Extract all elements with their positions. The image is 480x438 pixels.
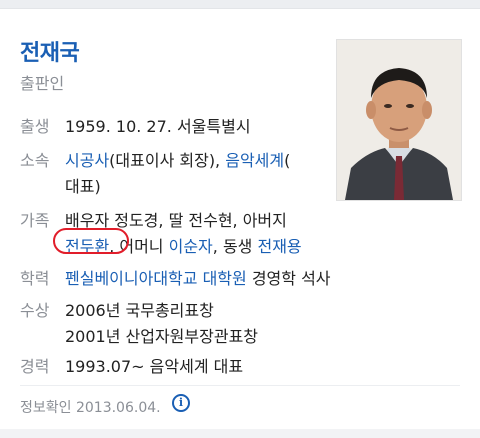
footer-divider	[20, 385, 460, 386]
text: (대표이사 회장),	[109, 151, 226, 170]
row-label: 수상	[20, 301, 50, 320]
highlighted-link-wrapper: 전두환	[53, 228, 129, 257]
row-label: 학력	[20, 269, 50, 288]
row-value: 펜실베이니아대학교 대학원 경영학 석사	[65, 265, 331, 289]
row-label: 경력	[20, 357, 50, 376]
row-value: 2001년 산업자원부장관표창	[65, 327, 259, 346]
link-sigongsa[interactable]: 시공사	[65, 151, 109, 170]
row-value: 1993.07~ 음악세계 대표	[65, 357, 244, 376]
link-eumaksegye[interactable]: 음악세계	[225, 151, 284, 170]
row-value: 1959. 10. 27. 서울특별시	[65, 117, 251, 136]
row-value: 2006년 국무총리표창	[65, 301, 214, 320]
person-occupation: 출판인	[20, 74, 65, 93]
row-label: 소속	[20, 151, 50, 170]
row-value: 대표)	[65, 177, 101, 196]
link-lee-soon-ja[interactable]: 이순자	[169, 237, 213, 256]
link-upenn-graduate-school[interactable]: 펜실베이니아대학교 대학원	[65, 269, 247, 288]
info-confirmed-date: 정보확인 2013.06.04.	[20, 400, 161, 416]
person-name-link[interactable]: 전재국	[20, 35, 80, 67]
row-label: 출생	[20, 117, 50, 136]
text: 경영학 석사	[246, 269, 331, 288]
info-icon[interactable]: i	[172, 394, 190, 412]
person-profile-card: 전재국 출판인 출생 1959. 10. 27. 서울특별시 소속 시공사(대표…	[0, 9, 480, 429]
portrait-image	[337, 40, 461, 200]
profile-photo[interactable]	[336, 39, 462, 201]
link-jeon-jae-yong[interactable]: 전재용	[257, 237, 301, 256]
top-divider	[0, 0, 480, 9]
text: (	[284, 151, 291, 170]
row-value: 시공사(대표이사 회장), 음악세계(	[65, 147, 290, 171]
text: , 동생	[212, 237, 258, 256]
row-label: 가족	[20, 211, 50, 230]
red-highlight-circle	[53, 228, 129, 254]
row-value: 전두환 , 어머니 이순자, 동생 전재용	[53, 228, 302, 257]
